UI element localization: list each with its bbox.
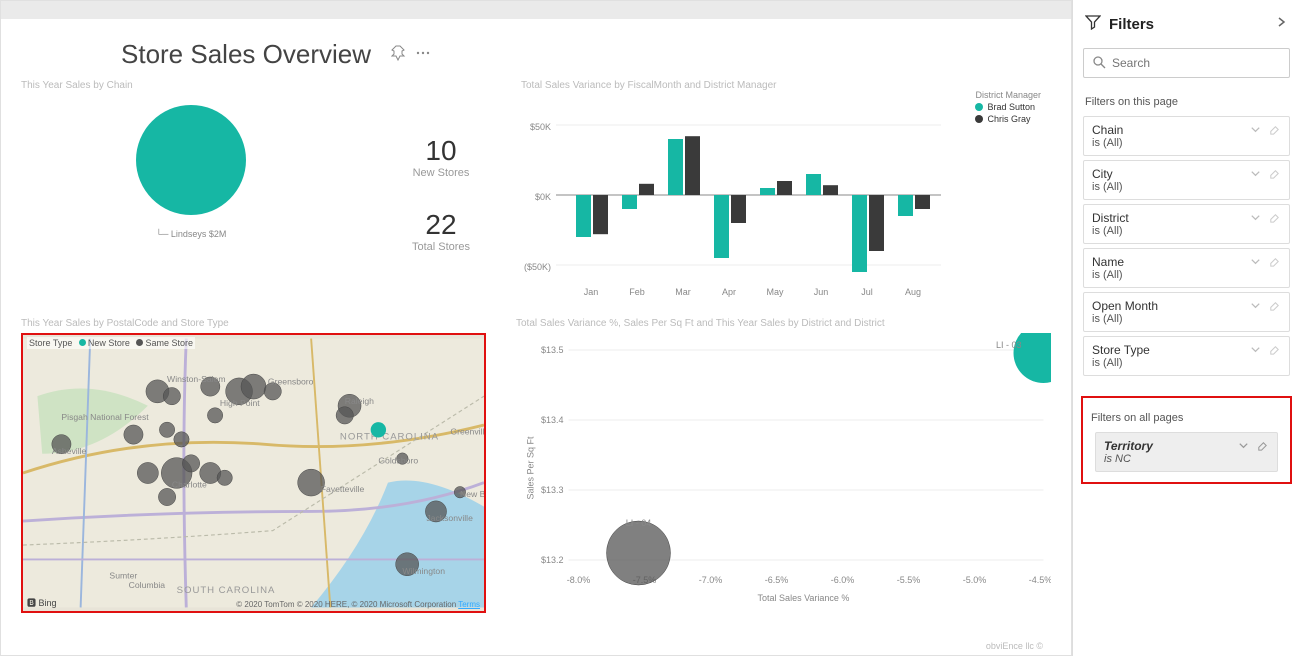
donut-visual[interactable]: This Year Sales by Chain └─ Lindseys $2M bbox=[1, 80, 381, 308]
bar-chart-visual[interactable]: Total Sales Variance by FiscalMonth and … bbox=[501, 80, 1071, 308]
chevron-down-icon[interactable] bbox=[1249, 211, 1262, 237]
filter-card-district[interactable]: Districtis (All) bbox=[1083, 204, 1290, 244]
donut-legend: └─ Lindseys $2M bbox=[21, 229, 361, 239]
svg-text:High Point: High Point bbox=[220, 398, 260, 408]
svg-text:Jul: Jul bbox=[861, 287, 873, 297]
chevron-down-icon[interactable] bbox=[1249, 299, 1262, 325]
svg-text:-7.0%: -7.0% bbox=[699, 575, 723, 585]
eraser-icon[interactable] bbox=[1268, 343, 1281, 369]
svg-text:Aug: Aug bbox=[905, 287, 921, 297]
map-visual[interactable]: Store Type New Store Same Store bbox=[21, 333, 486, 613]
filters-pane: Filters Filters on this page Chainis (Al… bbox=[1072, 0, 1300, 656]
map-provider: 🅱 Bing bbox=[27, 596, 57, 609]
filter-card-city[interactable]: Cityis (All) bbox=[1083, 160, 1290, 200]
filters-all-section: Filters on all pages bbox=[1085, 404, 1288, 428]
svg-text:Apr: Apr bbox=[722, 287, 736, 297]
svg-text:-6.5%: -6.5% bbox=[765, 575, 789, 585]
filters-search-input[interactable] bbox=[1112, 56, 1281, 70]
svg-text:-6.0%: -6.0% bbox=[831, 575, 855, 585]
filters-title: Filters bbox=[1109, 16, 1154, 33]
svg-text:Greensboro: Greensboro bbox=[268, 377, 314, 387]
eraser-icon[interactable] bbox=[1256, 439, 1269, 465]
map-terms-link[interactable]: Terms bbox=[458, 600, 480, 609]
chevron-down-icon[interactable] bbox=[1237, 439, 1250, 465]
donut-title: This Year Sales by Chain bbox=[21, 80, 361, 91]
eraser-icon[interactable] bbox=[1268, 123, 1281, 149]
bar-chart-svg: $50K $0K ($50K) Jan Feb Mar Apr May Jun Jul Aug bbox=[521, 95, 951, 305]
page-title: Store Sales Overview bbox=[121, 39, 371, 70]
chevron-down-icon[interactable] bbox=[1249, 167, 1262, 193]
svg-text:$13.3: $13.3 bbox=[541, 485, 564, 495]
kpi-new-stores[interactable]: 10 New Stores bbox=[381, 135, 501, 179]
eraser-icon[interactable] bbox=[1268, 211, 1281, 237]
svg-text:$13.4: $13.4 bbox=[541, 415, 564, 425]
kpi-total-stores[interactable]: 22 Total Stores bbox=[381, 209, 501, 253]
map-legend: Store Type New Store Same Store bbox=[27, 337, 195, 349]
svg-text:$50K: $50K bbox=[530, 122, 551, 132]
svg-text:SOUTH CAROLINA: SOUTH CAROLINA bbox=[177, 585, 276, 596]
svg-text:Winston-Salem: Winston-Salem bbox=[167, 374, 225, 384]
map-attribution: © 2020 TomTom © 2020 HERE, © 2020 Micros… bbox=[236, 600, 480, 609]
top-ribbon bbox=[1, 1, 1071, 19]
svg-text:Feb: Feb bbox=[629, 287, 645, 297]
eraser-icon[interactable] bbox=[1268, 255, 1281, 281]
svg-text:-5.0%: -5.0% bbox=[963, 575, 987, 585]
eraser-icon[interactable] bbox=[1268, 299, 1281, 325]
filter-card-chain[interactable]: Chainis (All) bbox=[1083, 116, 1290, 156]
bar-chart-title: Total Sales Variance by FiscalMonth and … bbox=[521, 80, 1051, 91]
svg-text:-8.0%: -8.0% bbox=[567, 575, 591, 585]
svg-text:Raleigh: Raleigh bbox=[345, 396, 374, 406]
svg-text:$13.2: $13.2 bbox=[541, 555, 564, 565]
svg-text:Wilmington: Wilmington bbox=[402, 566, 445, 576]
pin-icon[interactable] bbox=[391, 45, 407, 64]
svg-text:$13.5: $13.5 bbox=[541, 345, 564, 355]
map-svg: NORTH CAROLINA SOUTH CAROLINA Winston-Sa… bbox=[23, 335, 484, 611]
svg-text:Charlotte: Charlotte bbox=[172, 479, 207, 489]
svg-text:Greenville: Greenville bbox=[450, 427, 484, 437]
scatter-visual[interactable]: Total Sales Variance %, Sales Per Sq Ft … bbox=[496, 318, 1071, 613]
svg-text:Mar: Mar bbox=[675, 287, 691, 297]
svg-text:LI - 04: LI - 04 bbox=[626, 518, 652, 528]
svg-text:May: May bbox=[766, 287, 784, 297]
more-icon[interactable] bbox=[415, 45, 431, 64]
filter-card-store-type[interactable]: Store Typeis (All) bbox=[1083, 336, 1290, 376]
svg-text:Jan: Jan bbox=[584, 287, 599, 297]
scatter-svg: Sales Per Sq Ft $13.5 $13.4 $13.3 $13.2 -8.… bbox=[516, 333, 1051, 603]
svg-text:($50K): ($50K) bbox=[524, 262, 551, 272]
svg-text:Sales Per Sq Ft: Sales Per Sq Ft bbox=[526, 436, 536, 500]
svg-text:NORTH CAROLINA: NORTH CAROLINA bbox=[340, 431, 439, 442]
bar-chart-legend: District Manager Brad Sutton Chris Gray bbox=[975, 90, 1041, 126]
eraser-icon[interactable] bbox=[1268, 167, 1281, 193]
svg-text:-5.5%: -5.5% bbox=[897, 575, 921, 585]
svg-text:Total Sales Variance %: Total Sales Variance % bbox=[758, 593, 850, 603]
filters-page-section: Filters on this page bbox=[1073, 88, 1300, 112]
map-title: This Year Sales by PostalCode and Store … bbox=[21, 318, 486, 329]
filter-card-name[interactable]: Nameis (All) bbox=[1083, 248, 1290, 288]
svg-text:Columbia: Columbia bbox=[129, 580, 166, 590]
svg-text:New Bern: New Bern bbox=[460, 489, 484, 499]
chevron-down-icon[interactable] bbox=[1249, 343, 1262, 369]
scatter-title: Total Sales Variance %, Sales Per Sq Ft … bbox=[516, 318, 1051, 329]
svg-text:$0K: $0K bbox=[535, 192, 551, 202]
chevron-down-icon[interactable] bbox=[1249, 123, 1262, 149]
filters-all-pages-highlight: Filters on all pages Territory is NC bbox=[1081, 396, 1292, 484]
filter-icon bbox=[1085, 14, 1101, 34]
svg-text:Jacksonville: Jacksonville bbox=[426, 513, 473, 523]
svg-text:Pisgah National Forest: Pisgah National Forest bbox=[61, 412, 149, 422]
chevron-down-icon[interactable] bbox=[1249, 255, 1262, 281]
search-icon bbox=[1092, 55, 1106, 72]
svg-text:LI - 03: LI - 03 bbox=[996, 340, 1022, 350]
svg-text:Jun: Jun bbox=[814, 287, 829, 297]
collapse-icon[interactable] bbox=[1274, 15, 1288, 33]
filter-card-territory[interactable]: Territory is NC bbox=[1095, 432, 1278, 472]
filter-card-open-month[interactable]: Open Monthis (All) bbox=[1083, 292, 1290, 332]
filters-search[interactable] bbox=[1083, 48, 1290, 78]
svg-text:Goldsboro: Goldsboro bbox=[378, 455, 418, 465]
svg-text:Asheville: Asheville bbox=[52, 446, 87, 456]
svg-text:Sumter: Sumter bbox=[109, 571, 137, 581]
svg-text:Fayetteville: Fayetteville bbox=[321, 484, 365, 494]
svg-text:-4.5%: -4.5% bbox=[1029, 575, 1051, 585]
brand-footer: obviEnce llc © bbox=[986, 641, 1043, 651]
